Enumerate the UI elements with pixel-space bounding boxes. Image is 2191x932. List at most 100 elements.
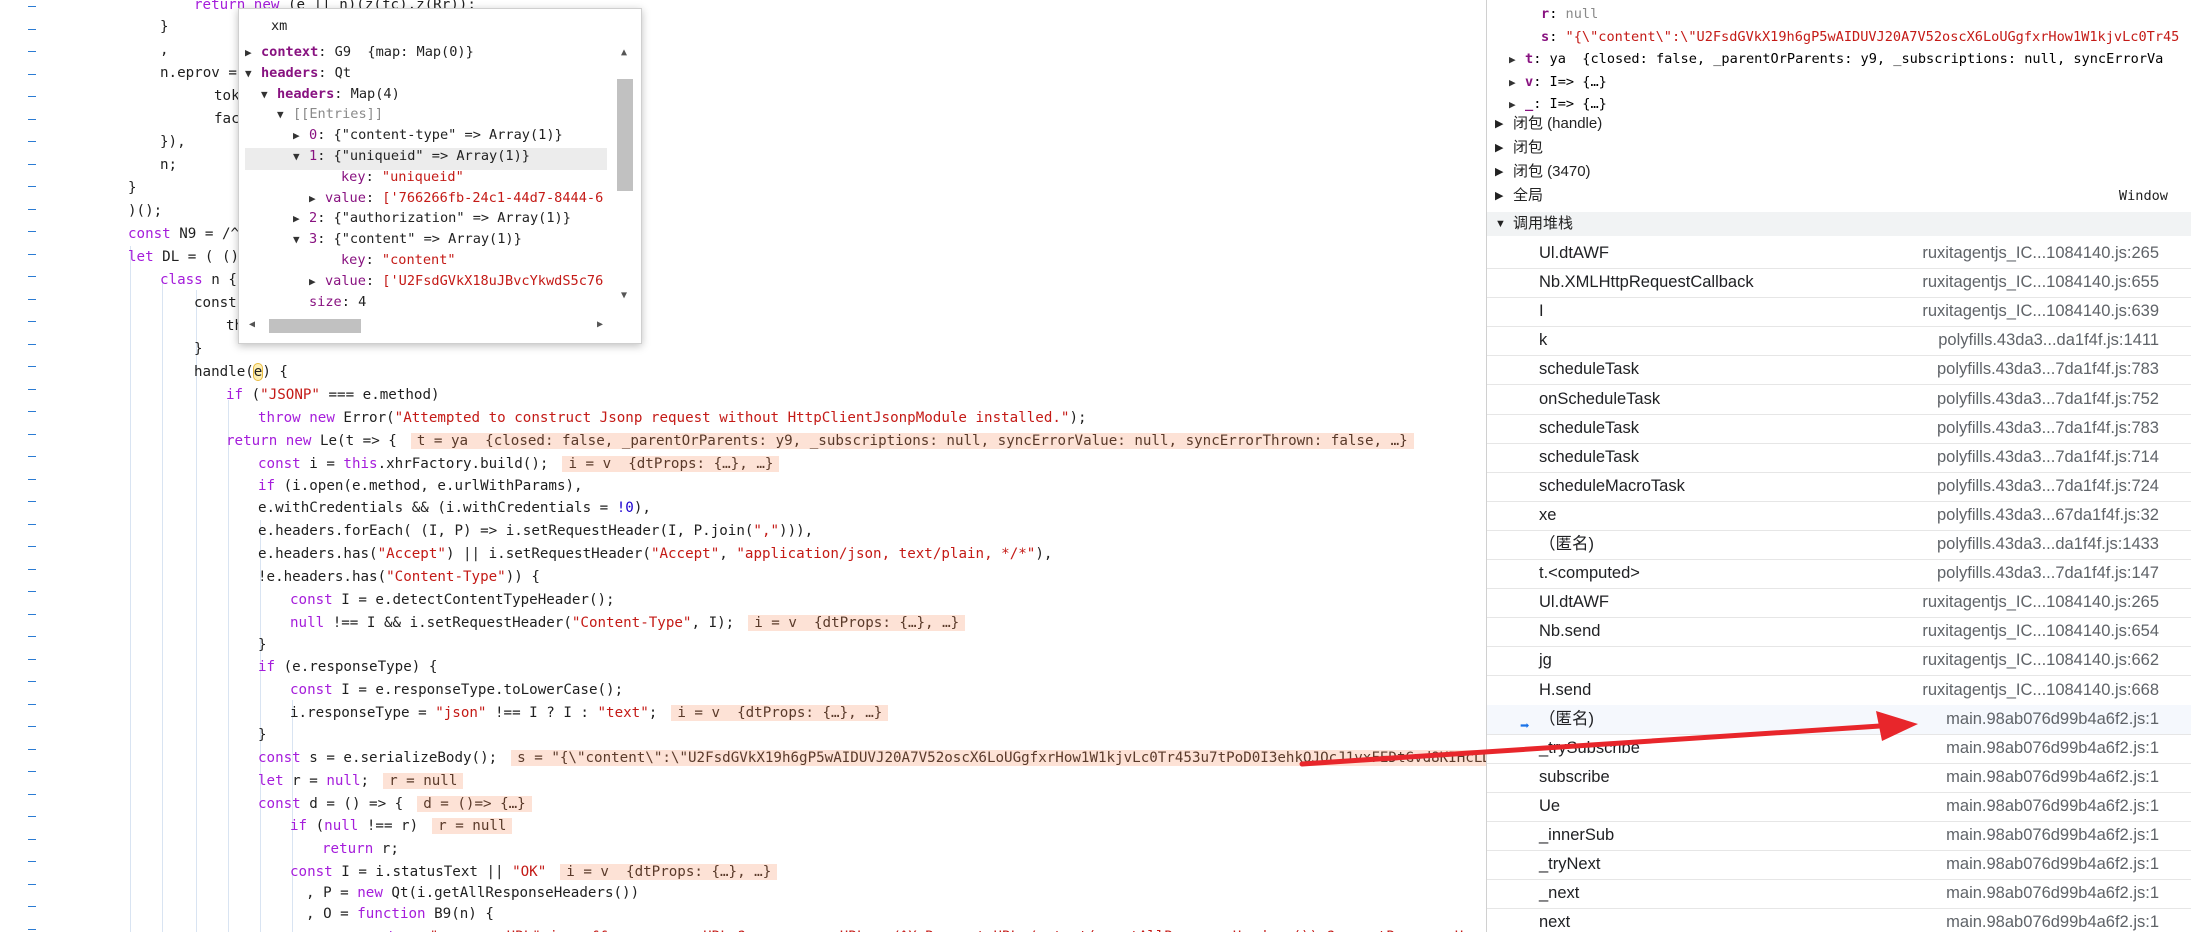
code-line[interactable]: handle(e) { (194, 361, 288, 383)
expand-triangle-icon[interactable]: ▶ (309, 188, 325, 210)
code-line[interactable]: let DL = ( () (128, 246, 239, 268)
scroll-left-icon[interactable]: ◀ (249, 319, 255, 330)
code-line[interactable]: const I = e.responseType.toLowerCase(); (290, 679, 623, 701)
code-line[interactable]: if (e.responseType) { (258, 656, 437, 678)
frame-location-link[interactable]: main.98ab076d99b4a6f2.js:1 (1946, 879, 2159, 908)
call-stack-frame[interactable]: scheduleTask polyfills.43da3...7da1f4f.js… (1487, 414, 2191, 444)
call-stack-frame[interactable]: _next main.98ab076d99b4a6f2.js:1 (1487, 879, 2191, 910)
code-line[interactable]: if ("JSONP" === e.method) (226, 384, 440, 406)
gutter-line-marker[interactable] (28, 119, 36, 120)
scroll-up-icon[interactable]: ▲ (621, 47, 627, 58)
gutter-line-marker[interactable] (28, 569, 36, 570)
code-editor[interactable]: return new (e || n)(z(fc),z(Rr));}, n.epr… (0, 0, 1486, 932)
gutter-line-marker[interactable] (28, 276, 36, 277)
gutter-line-marker[interactable] (28, 704, 36, 705)
gutter-line-marker[interactable] (28, 209, 36, 210)
popup-vertical-scrollbar[interactable]: ▲ ▼ (615, 43, 635, 303)
gutter-line-marker[interactable] (28, 524, 36, 525)
expand-triangle-icon[interactable]: ▶ (1509, 48, 1525, 72)
scroll-right-icon[interactable]: ▶ (597, 319, 603, 330)
popup-tree-row[interactable]: ▼ headers: Map(4) (261, 83, 400, 105)
code-line[interactable]: !e.headers.has("Content-Type")) { (258, 566, 540, 588)
popup-tree-row[interactable]: ▼ headers: Qt (245, 62, 351, 84)
frame-location-link[interactable]: polyfills.43da3...7da1f4f.js:147 (1937, 559, 2159, 588)
call-stack-frame[interactable]: t.<computed> polyfills.43da3...7da1f4f.js… (1487, 559, 2191, 590)
call-stack-header[interactable]: ▼ 调用堆栈 (1487, 212, 2191, 236)
code-line[interactable]: const I = e.detectContentTypeHeader(); (290, 589, 615, 611)
call-stack-frame[interactable]: （匿名) polyfills.43da3...da1f4f.js:1433 (1487, 530, 2191, 560)
gutter-line-marker[interactable] (28, 389, 36, 390)
code-line[interactable]: i.responseType = "json" !== I ? I : "tex… (290, 702, 889, 724)
frame-location-link[interactable]: main.98ab076d99b4a6f2.js:1 (1946, 908, 2159, 932)
expand-triangle-icon[interactable]: ▶ (293, 125, 309, 147)
gutter-line-marker[interactable] (28, 884, 36, 885)
code-line[interactable]: e.headers.has("Accept") || i.setRequestH… (258, 543, 1052, 565)
gutter-line-marker[interactable] (28, 501, 36, 502)
gutter-line-marker[interactable] (28, 366, 36, 367)
gutter-line-marker[interactable] (28, 636, 36, 637)
code-line[interactable]: )(); (128, 200, 162, 222)
collapse-triangle-icon[interactable]: ▼ (261, 84, 277, 106)
gutter-line-marker[interactable] (28, 839, 36, 840)
call-stack-frame[interactable]: xe polyfills.43da3...67da1f4f.js:32 (1487, 501, 2191, 531)
frame-location-link[interactable]: main.98ab076d99b4a6f2.js:1 (1946, 734, 2159, 763)
code-line[interactable]: , O = function B9(n) { (306, 903, 494, 925)
popup-tree-row[interactable]: ▶ value: ['766266fb-24c1-44d7-8444-6 (309, 187, 603, 209)
gutter-line-marker[interactable] (28, 344, 36, 345)
frame-location-link[interactable]: ruxitagentjs_IC...1084140.js:668 (1922, 676, 2159, 705)
gutter-line-marker[interactable] (28, 749, 36, 750)
gutter-line-marker[interactable] (28, 141, 36, 142)
call-stack-frame[interactable]: Nb.send ruxitagentjs_IC...1084140.js:654 (1487, 617, 2191, 648)
gutter-line-marker[interactable] (28, 771, 36, 772)
popup-tree-row[interactable]: key: "content" (325, 249, 456, 271)
call-stack-frame[interactable]: _tryNext main.98ab076d99b4a6f2.js:1 (1487, 850, 2191, 881)
frame-location-link[interactable]: ruxitagentjs_IC...1084140.js:662 (1922, 646, 2159, 675)
scope-variable-row[interactable]: ▶ v: I=> {…} (1487, 70, 2191, 94)
gutter-line-marker[interactable] (28, 794, 36, 795)
collapse-triangle-icon[interactable]: ▼ (293, 229, 309, 251)
popup-tree-row[interactable]: ▼ 1: {"uniqueid" => Array(1)} (293, 145, 530, 167)
code-line[interactable]: n; (160, 154, 177, 176)
gutter-line-marker[interactable] (28, 546, 36, 547)
code-line[interactable]: const N9 = /^ (128, 223, 239, 245)
frame-location-link[interactable]: ruxitagentjs_IC...1084140.js:639 (1922, 297, 2159, 326)
gutter-line-marker[interactable] (28, 861, 36, 862)
frame-location-link[interactable]: polyfills.43da3...7da1f4f.js:783 (1937, 355, 2159, 384)
gutter-line-marker[interactable] (28, 411, 36, 412)
scope-variable-row[interactable]: ▶ t: ya {closed: false, _parentOrParents:… (1487, 47, 2191, 71)
popup-tree-row[interactable]: ▼ [[Entries]] (277, 103, 383, 125)
call-stack-frame[interactable]: scheduleTask polyfills.43da3...7da1f4f.js… (1487, 443, 2191, 473)
popup-horizontal-scroll-thumb[interactable] (269, 319, 361, 333)
code-line[interactable]: e.headers.forEach( (I, P) => i.setReques… (258, 520, 813, 542)
frame-location-link[interactable]: polyfills.43da3...67da1f4f.js:32 (1937, 501, 2159, 530)
gutter-line-marker[interactable] (28, 74, 36, 75)
gutter-line-marker[interactable] (28, 321, 36, 322)
gutter-line-marker[interactable] (28, 614, 36, 615)
frame-location-link[interactable]: polyfills.43da3...da1f4f.js:1411 (1938, 326, 2159, 355)
expand-triangle-icon[interactable]: ▶ (309, 271, 325, 293)
code-line[interactable]: return "responseURL" in n && n.responseU… (370, 926, 1486, 932)
code-line[interactable]: const I = i.statusText || "OK" i = v {dtP… (290, 861, 778, 883)
code-line[interactable]: class n { (160, 269, 237, 291)
call-stack-frame[interactable]: （匿名) main.98ab076d99b4a6f2.js:1 (1487, 704, 2191, 735)
gutter-line-marker[interactable] (28, 434, 36, 435)
gutter-line-marker[interactable] (28, 231, 36, 232)
popup-tree-row[interactable]: key: "uniqueid" (325, 166, 464, 188)
call-stack-frame[interactable]: _innerSub main.98ab076d99b4a6f2.js:1 (1487, 821, 2191, 851)
code-line[interactable]: e.withCredentials && (i.withCredentials … (258, 497, 651, 519)
frame-location-link[interactable]: polyfills.43da3...da1f4f.js:1433 (1937, 530, 2159, 559)
call-stack-frame[interactable]: Ul.dtAWF ruxitagentjs_IC...1084140.js:265 (1487, 588, 2191, 619)
call-stack-frame[interactable]: Ul.dtAWF ruxitagentjs_IC...1084140.js:265 (1487, 239, 2191, 269)
scope-variable-row[interactable]: r: null (1487, 2, 2191, 26)
frame-location-link[interactable]: ruxitagentjs_IC...1084140.js:265 (1922, 588, 2159, 617)
gutter-line-marker[interactable] (28, 299, 36, 300)
code-line[interactable]: if (null !== r) r = null (290, 815, 513, 837)
scope-variable-row[interactable]: s: "{\"content\":\"U2FsdGVkX19h6gP5wAIDU… (1487, 25, 2191, 49)
gutter-line-marker[interactable] (28, 186, 36, 187)
closure-3470-section[interactable]: ▶ 闭包 (3470) (1487, 160, 2191, 184)
closure-section[interactable]: ▶ 闭包 (1487, 136, 2191, 160)
expand-triangle-icon[interactable]: ▶ (1509, 71, 1525, 95)
popup-tree-row[interactable]: ▶ value: ['U2FsdGVkX18uJBvcYkwdS5c76 (309, 270, 603, 292)
code-line[interactable]: , (160, 39, 169, 61)
code-line[interactable]: const s = e.serializeBody(); s = "{\"cont… (258, 747, 1486, 769)
